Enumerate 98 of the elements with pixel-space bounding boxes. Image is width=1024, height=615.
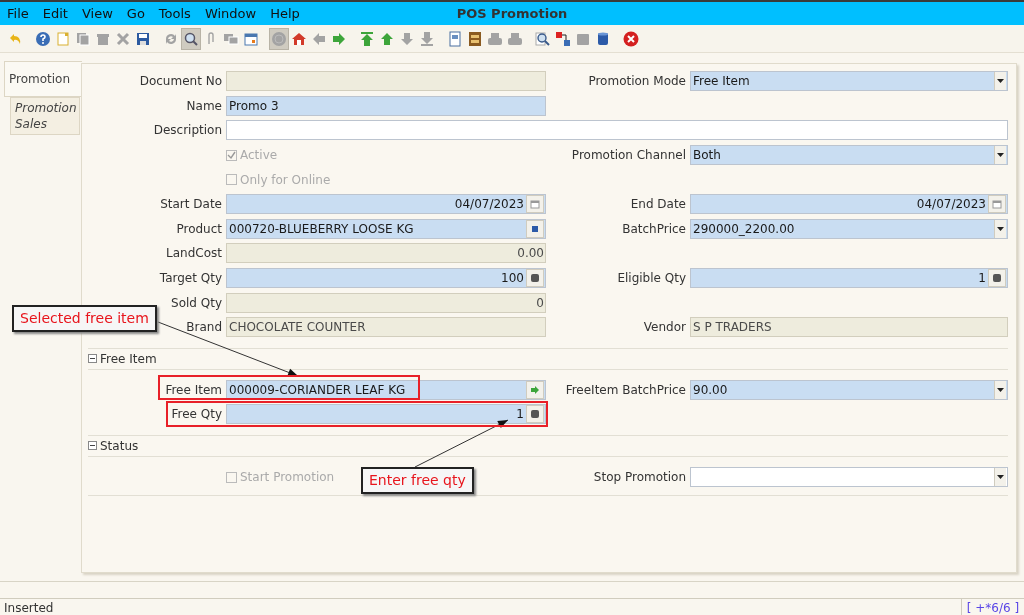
field-label: Promotion Mode: [587, 73, 686, 91]
dropdown[interactable]: Both: [690, 145, 1008, 166]
field-label: BatchPrice: [621, 220, 686, 238]
menu-item[interactable]: Help: [267, 3, 303, 24]
document-icon: [55, 30, 71, 47]
menu-item[interactable]: Edit: [39, 3, 71, 24]
dropdown[interactable]: Free Item: [690, 71, 1008, 92]
field-label: Stop Promotion: [592, 469, 686, 486]
menu-item[interactable]: File: [4, 3, 32, 24]
menu-item[interactable]: Window: [201, 3, 260, 24]
calculator-icon: [530, 273, 540, 284]
printer-icon: [487, 30, 503, 47]
right-arrow-icon: [331, 30, 347, 47]
dropdown[interactable]: 90.00: [690, 379, 1008, 400]
input-field[interactable]: 0.00: [226, 243, 546, 264]
dropdown-caret-icon: [994, 468, 1006, 486]
input-field[interactable]: 04/07/2023: [690, 194, 1008, 215]
callout-label: Selected free item: [12, 305, 157, 332]
calendar-icon: [992, 199, 1002, 210]
home-icon: [291, 30, 307, 47]
input-field[interactable]: [226, 71, 546, 92]
calendar-button[interactable]: [988, 195, 1006, 214]
tab[interactable]: Promotion Sales: [10, 97, 80, 135]
section-title: Status: [100, 437, 139, 455]
calculator-button[interactable]: [988, 269, 1006, 288]
last-record-icon: [419, 30, 435, 47]
field-label: Eligible Qty: [616, 270, 686, 288]
field-label: LandCost: [165, 245, 222, 263]
search-button[interactable]: [526, 219, 544, 238]
dropdown[interactable]: 290000_2200.00: [690, 218, 1008, 239]
dropdown-caret-icon: [994, 146, 1006, 165]
copy-icon: [75, 30, 91, 47]
save-icon: [135, 30, 151, 47]
dropdown[interactable]: [690, 467, 1008, 487]
up-arrow-icon: [379, 30, 395, 47]
collapse-toggle-icon[interactable]: [88, 354, 97, 364]
lookup-button[interactable]: [526, 380, 544, 399]
square-icon: [530, 223, 540, 234]
input-field[interactable]: 1: [226, 404, 546, 425]
menu-item[interactable]: View: [78, 3, 116, 24]
input-field[interactable]: CHOCOLATE COUNTER: [226, 317, 546, 338]
field-label: Free Item: [164, 381, 222, 399]
field-label: End Date: [629, 196, 686, 214]
input-field[interactable]: 1: [690, 268, 1008, 289]
report-icon: [447, 30, 463, 47]
field-label: Description: [152, 122, 222, 140]
field-label: Start Date: [159, 196, 222, 214]
field-label: Promotion Channel: [570, 147, 686, 165]
help-icon: [35, 30, 51, 47]
input-field[interactable]: 0: [226, 292, 546, 313]
collapse-toggle-icon[interactable]: [88, 441, 97, 451]
input-field[interactable]: Promo 3: [226, 95, 546, 116]
search-icon: [183, 30, 199, 47]
menu-item[interactable]: Go: [123, 3, 148, 24]
input-field[interactable]: 000009-CORIANDER LEAF KG: [226, 379, 546, 400]
field-label: Sold Qty: [170, 294, 222, 312]
calendar-icon: [243, 30, 259, 47]
input-field[interactable]: [226, 120, 1008, 141]
calendar-icon: [530, 199, 540, 210]
cylinder-icon: [595, 30, 611, 47]
checkmark-icon: [227, 150, 236, 160]
calculator-button[interactable]: [526, 405, 544, 424]
calculator-icon: [530, 409, 540, 420]
close-icon: [623, 30, 639, 47]
first-record-icon: [359, 30, 375, 47]
input-field[interactable]: S P TRADERS: [690, 317, 1008, 338]
dropdown-caret-icon: [994, 72, 1006, 91]
calendar-button[interactable]: [526, 195, 544, 214]
cross-icon: [115, 30, 131, 47]
calculator-icon: [992, 273, 1002, 284]
field-label: Name: [185, 97, 222, 115]
input-field[interactable]: 04/07/2023: [226, 194, 546, 215]
toolbar-button[interactable]: [181, 27, 201, 50]
printer-icon: [507, 30, 523, 47]
field-label: Free Qty: [170, 406, 222, 424]
field-label: Document No: [138, 73, 222, 91]
record-indicator: [ +*6/6 ]: [965, 600, 1021, 615]
callout-label: Enter free qty: [361, 467, 474, 494]
field-label: FreeItem BatchPrice: [564, 381, 686, 399]
field-label: Vendor: [642, 319, 686, 337]
field-label: Product: [175, 220, 222, 238]
dropdown-caret-icon: [994, 219, 1006, 238]
section-title: Free Item: [100, 350, 157, 368]
workflow-icon: [555, 30, 571, 47]
arrow-icon: [530, 384, 540, 395]
dropdown-caret-icon: [994, 380, 1006, 399]
input-field[interactable]: 000720-BLUEBERRY LOOSE KG: [226, 218, 546, 239]
field-label: Brand: [185, 319, 222, 337]
window-title: POS Promotion: [456, 6, 568, 21]
calculator-button[interactable]: [526, 269, 544, 288]
tab[interactable]: Promotion: [4, 61, 82, 97]
zoom-icon: [535, 30, 551, 47]
menu-item[interactable]: Tools: [155, 3, 194, 24]
input-field[interactable]: 100: [226, 268, 546, 289]
field-label: Target Qty: [158, 270, 222, 288]
status-message: Inserted: [0, 599, 962, 615]
down-arrow-icon: [399, 30, 415, 47]
archive-icon: [467, 30, 483, 47]
